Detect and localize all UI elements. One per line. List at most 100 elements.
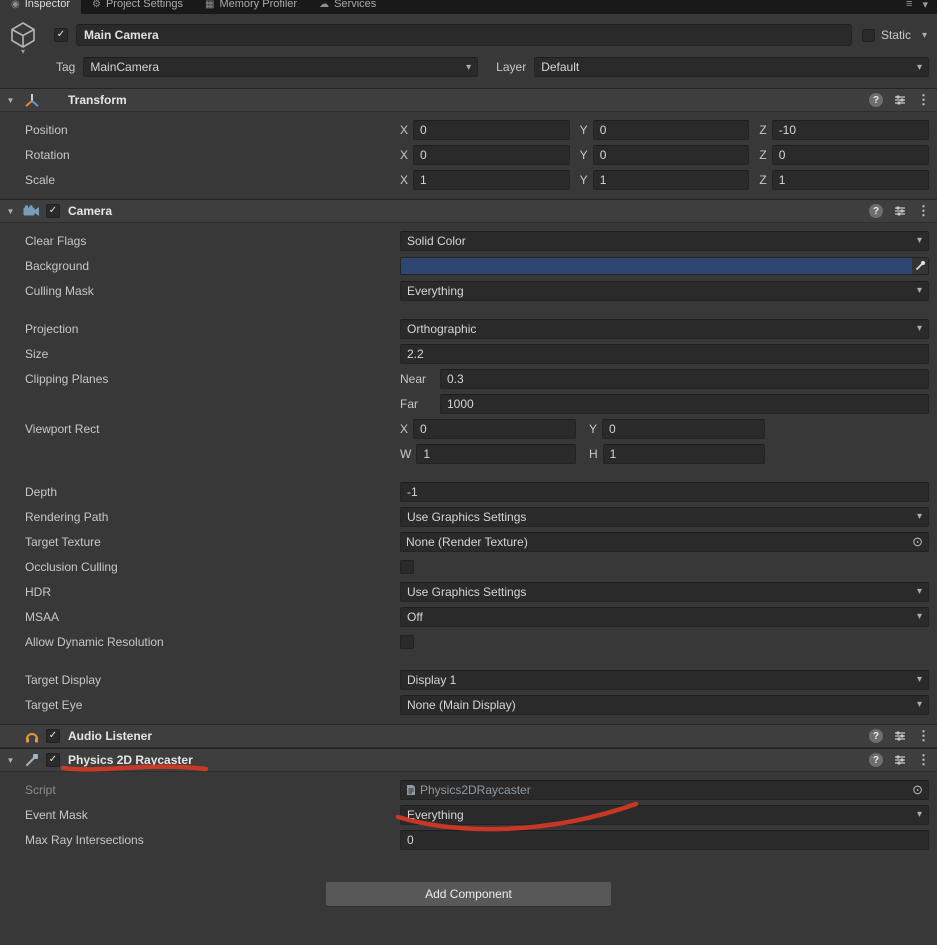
tag-dropdown[interactable]: MainCamera ▾: [83, 57, 479, 77]
allow-dynamic-resolution-row: Allow Dynamic Resolution: [0, 629, 937, 654]
object-field-value: Physics2DRaycaster: [420, 782, 531, 797]
chevron-down-icon: ▾: [466, 61, 472, 73]
transform-rotation-row: Rotation X Y Z: [0, 142, 937, 167]
help-icon[interactable]: ?: [869, 729, 883, 743]
clear-flags-row: Clear Flags Solid Color ▾: [0, 228, 937, 253]
msaa-dropdown[interactable]: Off ▾: [400, 606, 929, 627]
viewport-y-input[interactable]: [602, 418, 765, 439]
rendering-path-dropdown[interactable]: Use Graphics Settings ▾: [400, 506, 929, 527]
culling-mask-dropdown[interactable]: Everything ▾: [400, 280, 929, 301]
kebab-menu-icon[interactable]: ⋮: [917, 92, 930, 108]
help-icon[interactable]: ?: [869, 93, 883, 107]
object-picker-icon[interactable]: ⊙: [912, 783, 923, 796]
presets-icon[interactable]: [894, 730, 906, 742]
tab-label: Memory Profiler: [219, 0, 298, 10]
axis-y-label: Y: [579, 172, 588, 187]
position-y-input[interactable]: [592, 119, 750, 140]
chevron-down-icon: ▾: [916, 674, 922, 685]
kebab-menu-icon[interactable]: ⋮: [917, 203, 930, 219]
color-swatch[interactable]: [401, 257, 912, 274]
clipping-planes-near-row: Clipping Planes Near: [0, 366, 937, 391]
near-label: Near: [400, 371, 427, 386]
target-eye-label: Target Eye: [25, 697, 83, 712]
kebab-menu-icon[interactable]: ⋮: [917, 728, 930, 744]
raycaster-enabled-checkbox[interactable]: ✓: [46, 753, 60, 767]
rotation-z-input[interactable]: [771, 144, 930, 165]
near-input[interactable]: [440, 368, 929, 389]
scale-z-input[interactable]: [771, 169, 930, 190]
projection-row: Projection Orthographic ▾: [0, 316, 937, 341]
clear-flags-label: Clear Flags: [25, 233, 87, 248]
foldout-arrow-icon[interactable]: ▼: [4, 207, 17, 216]
clear-flags-dropdown[interactable]: Solid Color ▾: [400, 230, 929, 251]
occlusion-culling-checkbox[interactable]: [400, 559, 414, 574]
dropdown-value: Everything: [407, 283, 464, 298]
add-component-button[interactable]: Add Component: [325, 881, 612, 907]
tab-project-settings[interactable]: ⚙ Project Settings: [81, 0, 194, 14]
eyedropper-icon[interactable]: [912, 257, 928, 274]
viewport-w-input[interactable]: [416, 443, 576, 464]
position-x-input[interactable]: [413, 119, 570, 140]
target-texture-row: Target Texture None (Render Texture) ⊙: [0, 529, 937, 554]
scale-x-input[interactable]: [413, 169, 570, 190]
viewport-h-input[interactable]: [602, 443, 765, 464]
layer-label: Layer: [496, 60, 527, 74]
audio-listener-enabled-checkbox[interactable]: ✓: [46, 729, 60, 743]
gameobject-active-checkbox[interactable]: ✓: [54, 28, 68, 42]
dropdown-value: Off: [407, 609, 423, 624]
target-texture-object-field[interactable]: None (Render Texture) ⊙: [400, 531, 929, 552]
tabbar-window-controls: ≡ ▾: [906, 0, 937, 14]
presets-icon[interactable]: [894, 205, 906, 217]
inspector-footer: Add Component: [0, 881, 937, 907]
foldout-arrow-icon[interactable]: ▼: [4, 756, 17, 765]
hdr-dropdown[interactable]: Use Graphics Settings ▾: [400, 581, 929, 602]
camera-enabled-checkbox[interactable]: ✓: [46, 204, 60, 218]
hamburger-menu-icon[interactable]: ≡: [906, 0, 912, 10]
viewport-x-input[interactable]: [413, 418, 576, 439]
object-picker-icon[interactable]: ⊙: [912, 535, 923, 548]
physics-2d-raycaster-header: ▼ ✓ Physics 2D Raycaster ? ⋮: [0, 748, 937, 772]
event-mask-dropdown[interactable]: Everything ▾: [400, 804, 929, 825]
gameobject-icon-button[interactable]: ▾: [8, 20, 54, 56]
static-checkbox[interactable]: [861, 28, 875, 42]
gameobject-name-input[interactable]: [76, 24, 852, 46]
msaa-row: MSAA Off ▾: [0, 604, 937, 629]
background-color-field[interactable]: [400, 256, 929, 275]
layer-dropdown[interactable]: Default ▾: [534, 57, 930, 77]
rotation-x-input[interactable]: [413, 144, 570, 165]
axis-x-label: X: [400, 147, 409, 162]
max-ray-intersections-input[interactable]: [400, 829, 929, 850]
help-icon[interactable]: ?: [869, 204, 883, 218]
axis-x-label: X: [400, 172, 409, 187]
foldout-arrow-icon[interactable]: ▼: [4, 96, 17, 105]
tab-inspector[interactable]: ◉ Inspector: [0, 0, 81, 14]
axis-x-label: X: [400, 122, 409, 137]
far-input[interactable]: [440, 393, 929, 414]
rotation-y-input[interactable]: [592, 144, 750, 165]
target-display-dropdown[interactable]: Display 1 ▾: [400, 669, 929, 690]
scale-y-input[interactable]: [592, 169, 750, 190]
script-row: Script Physics2DRaycaster ⊙: [0, 777, 937, 802]
depth-row: Depth: [0, 479, 937, 504]
camera-body: Clear Flags Solid Color ▾ Background Cul…: [0, 223, 937, 724]
script-object-field[interactable]: Physics2DRaycaster ⊙: [400, 779, 929, 800]
window-dropdown-icon[interactable]: ▾: [922, 0, 928, 11]
depth-input[interactable]: [400, 481, 929, 502]
presets-icon[interactable]: [894, 754, 906, 766]
projection-dropdown[interactable]: Orthographic ▾: [400, 318, 929, 339]
allow-dynamic-resolution-checkbox[interactable]: [400, 634, 414, 649]
kebab-menu-icon[interactable]: ⋮: [917, 752, 930, 768]
tab-services[interactable]: ☁ Services: [308, 0, 387, 14]
chevron-down-icon: ▾: [916, 699, 922, 710]
tab-memory-profiler[interactable]: ▦ Memory Profiler: [194, 0, 308, 14]
max-ray-intersections-row: Max Ray Intersections: [0, 827, 937, 852]
size-input[interactable]: [400, 343, 929, 364]
help-icon[interactable]: ?: [869, 753, 883, 767]
static-toggle[interactable]: Static ▾: [861, 28, 929, 42]
presets-icon[interactable]: [894, 94, 906, 106]
target-eye-dropdown[interactable]: None (Main Display) ▾: [400, 694, 929, 715]
axis-y-label: Y: [589, 421, 598, 436]
static-dropdown-icon[interactable]: ▾: [922, 30, 927, 41]
chevron-down-icon: ▾: [916, 61, 923, 73]
position-z-input[interactable]: [771, 119, 930, 140]
